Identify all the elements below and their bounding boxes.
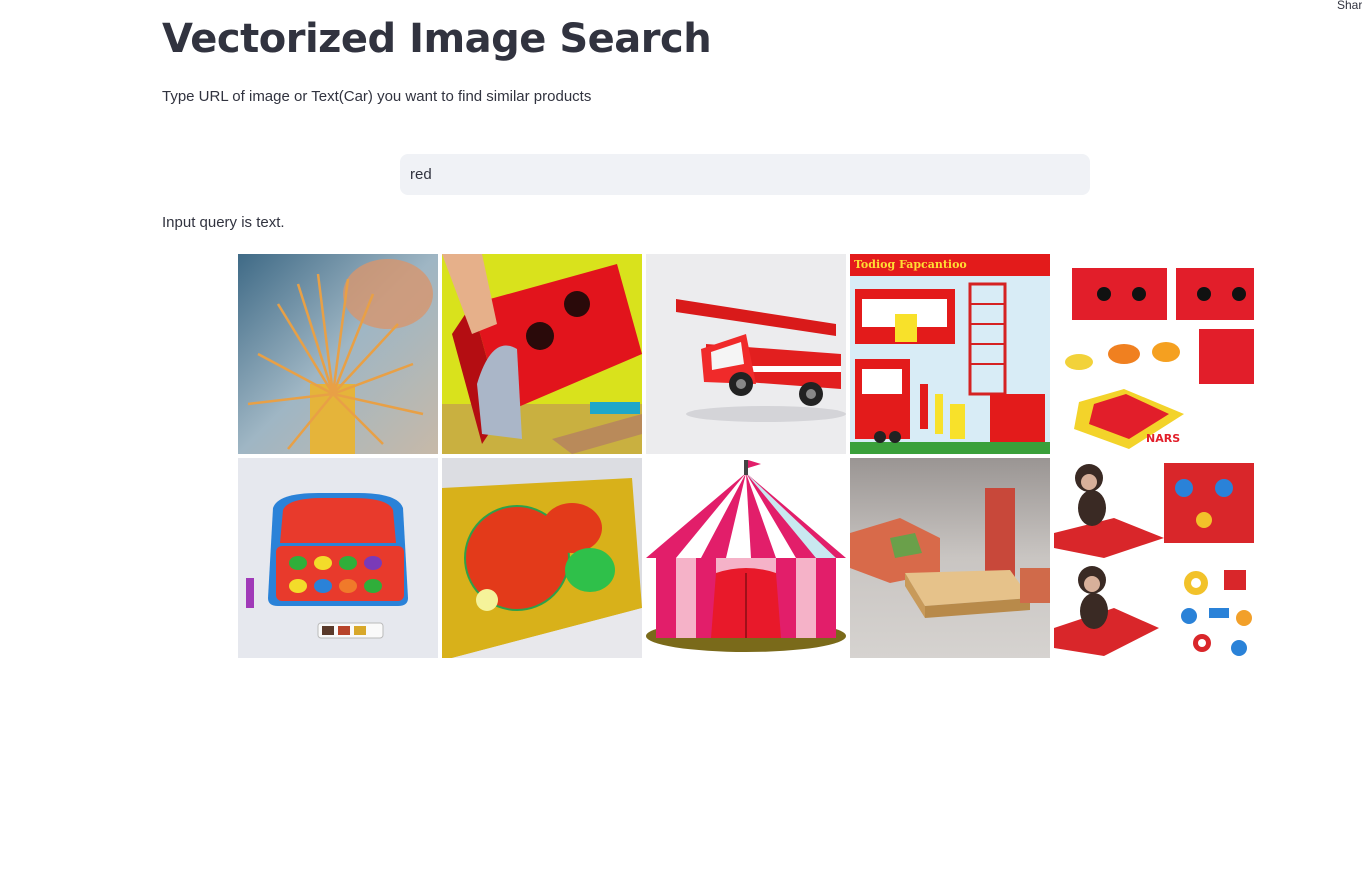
result-image-1[interactable] [238,254,438,454]
result-image-10[interactable] [1054,458,1254,658]
query-status-text: Input query is text. [162,214,285,231]
red-fire-truck-image [646,254,846,454]
play-dough-case-image [238,458,438,658]
board-game-caption: NARS [1146,432,1180,445]
share-link[interactable]: Share [1337,0,1362,12]
result-image-3[interactable] [646,254,846,454]
result-image-7[interactable] [442,458,642,658]
red-board-game-set-image: NARS [1054,254,1254,454]
result-image-4[interactable]: Todiog Fapcantioo [850,254,1050,454]
ping-pong-board-image [442,458,642,658]
illustration-caption: Todiog Fapcantioo [854,258,967,271]
search-input[interactable] [400,154,1090,195]
result-image-9[interactable] [850,458,1050,658]
circus-tent-image [646,458,846,658]
page-title: Vectorized Image Search [162,16,712,62]
wooden-blocks-image [850,458,1050,658]
app-page: Share Vectorized Image Search Type URL o… [0,0,1362,884]
results-image-grid: Todiog Fapcantioo NARS [238,254,1254,658]
result-image-6[interactable] [238,458,438,658]
result-image-5[interactable]: NARS [1054,254,1254,454]
fire-station-illustration-image: Todiog Fapcantioo [850,254,1050,454]
page-subtitle: Type URL of image or Text(Car) you want … [162,88,592,105]
red-tunnel-box-image [442,254,642,454]
orange-sticks-toy-image [238,254,438,454]
result-image-8[interactable] [646,458,846,658]
monkey-toy-set-image [1054,458,1254,658]
result-image-2[interactable] [442,254,642,454]
